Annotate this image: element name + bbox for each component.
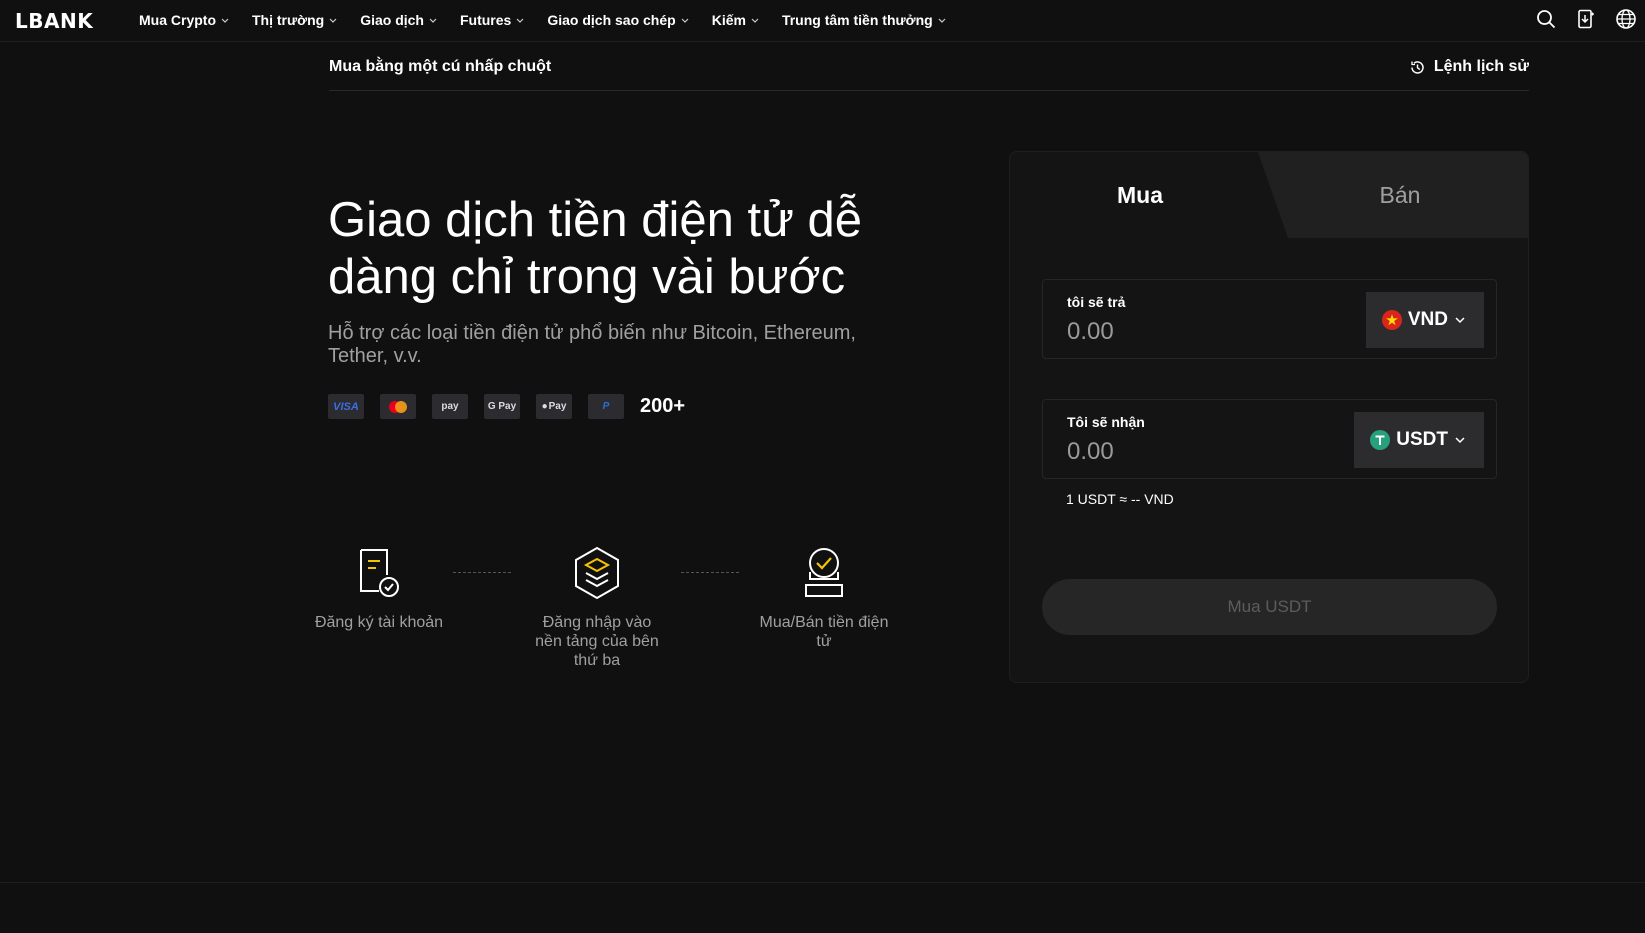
tab-buy[interactable]: Mua xyxy=(1010,152,1270,238)
buy-usdt-button[interactable]: Mua USDT xyxy=(1042,579,1497,635)
nav-item-earn[interactable]: Kiếm xyxy=(712,12,760,28)
chevron-down-icon xyxy=(516,18,524,23)
chevron-down-icon xyxy=(329,18,337,23)
page-subheader: Mua bằng một cú nhấp chuột Lệnh lịch sử xyxy=(329,46,1529,91)
receive-amount-label: Tôi sẽ nhận xyxy=(1067,414,1145,430)
mastercard-icon xyxy=(389,400,407,413)
layers-icon xyxy=(575,546,619,600)
nav-item-label: Thị trường xyxy=(252,12,325,28)
nav-item-label: Futures xyxy=(459,12,512,28)
step-label: Đăng nhập vào nền tảng của bên thứ ba xyxy=(535,614,659,669)
usdt-icon xyxy=(1370,430,1391,450)
history-clock-icon xyxy=(1411,60,1424,74)
search-icon[interactable] xyxy=(1535,8,1557,30)
buy-sell-check-icon xyxy=(805,548,843,597)
google-pay-logo: G Pay xyxy=(484,394,520,419)
nav-item-rewards-center[interactable]: Trung tâm tiền thưởng xyxy=(782,12,947,28)
nav-item-label: Kiếm xyxy=(711,12,746,28)
pay-amount-input[interactable] xyxy=(1067,316,1347,348)
step-label: Mua/Bán tiền điện tử xyxy=(759,614,889,650)
step-connector xyxy=(453,572,511,573)
receive-amount-input[interactable] xyxy=(1067,436,1347,468)
order-history-link[interactable]: Lệnh lịch sử xyxy=(1409,58,1529,76)
nav-item-markets[interactable]: Thị trường xyxy=(252,12,338,28)
payment-methods-count: 200+ xyxy=(640,395,686,417)
nav-item-futures[interactable]: Futures xyxy=(460,12,525,28)
nav-item-buy-crypto[interactable]: Mua Crypto xyxy=(139,12,230,28)
receive-currency-select[interactable]: USDT xyxy=(1354,412,1484,468)
pay-currency-select[interactable]: VND xyxy=(1365,292,1484,348)
nav-item-label: Trung tâm tiền thưởng xyxy=(781,12,933,28)
chevron-down-icon xyxy=(1455,437,1465,444)
step-connector xyxy=(681,572,739,573)
hero-subtitle: Hỗ trợ các loại tiền điện tử phổ biến nh… xyxy=(328,322,856,367)
nav-item-copy-trading[interactable]: Giao dịch sao chép xyxy=(547,12,689,28)
nav-item-label: Giao dịch xyxy=(360,12,424,28)
download-icon[interactable] xyxy=(1575,8,1597,30)
receive-amount-field: Tôi sẽ nhận USDT xyxy=(1042,399,1497,479)
step-buy-sell: Mua/Bán tiền điện tử xyxy=(759,545,889,651)
chevron-down-icon xyxy=(221,18,229,23)
exchange-rate: 1 USDT ≈ -- VND xyxy=(1066,491,1174,507)
footer-divider xyxy=(0,882,1645,883)
chevron-down-icon xyxy=(681,18,689,23)
payment-methods: VISA pay G Pay ● Pay P 200+ xyxy=(328,394,685,419)
step-register: Đăng ký tài khoản xyxy=(314,545,444,632)
tab-sell[interactable]: Bán xyxy=(1270,152,1528,238)
step-login-third-party: Đăng nhập vào nền tảng của bên thứ ba xyxy=(532,545,662,670)
hero-title: Giao dịch tiền điện tử dễ dàng chỉ trong… xyxy=(328,193,863,304)
register-document-icon xyxy=(360,549,399,597)
apple-icon: ● xyxy=(541,401,548,412)
main-nav: Mua Crypto Thị trường Giao dịch Futures … xyxy=(139,0,969,40)
chevron-down-icon xyxy=(1455,317,1465,324)
page-title: Mua bằng một cú nhấp chuột xyxy=(329,58,552,75)
pay-amount-label: tôi sẽ trả xyxy=(1067,294,1126,310)
step-label: Đăng ký tài khoản xyxy=(314,614,444,631)
receive-currency-label: USDT xyxy=(1396,429,1448,450)
chevron-down-icon xyxy=(751,18,759,23)
lbank-logo[interactable]: LBANK xyxy=(15,9,93,33)
visa-logo: VISA xyxy=(328,394,364,419)
pay-currency-label: VND xyxy=(1407,309,1448,330)
header-actions xyxy=(1535,8,1637,30)
apple-pay-logo: ● Pay xyxy=(536,394,572,419)
globe-icon[interactable] xyxy=(1615,8,1637,30)
top-navigation-bar: LBANK Mua Crypto Thị trường Giao dịch Fu… xyxy=(0,0,1645,42)
buy-sell-card: Mua Bán tôi sẽ trả VND Tôi sẽ nhận USDT … xyxy=(1009,151,1529,683)
pay-amount-field: tôi sẽ trả VND xyxy=(1042,279,1497,359)
nav-item-label: Mua Crypto xyxy=(139,12,216,28)
paypal-logo: P xyxy=(588,394,624,419)
nav-item-trade[interactable]: Giao dịch xyxy=(360,12,438,28)
order-history-label: Lệnh lịch sử xyxy=(1433,58,1529,75)
mastercard-logo xyxy=(380,394,416,419)
chevron-down-icon xyxy=(938,18,946,23)
chevron-down-icon xyxy=(429,18,437,23)
apple-pay-label: Pay xyxy=(548,401,567,412)
nav-item-label: Giao dịch sao chép xyxy=(547,12,676,28)
samsung-pay-logo: pay xyxy=(432,394,468,419)
vietnam-flag-icon xyxy=(1381,310,1402,330)
